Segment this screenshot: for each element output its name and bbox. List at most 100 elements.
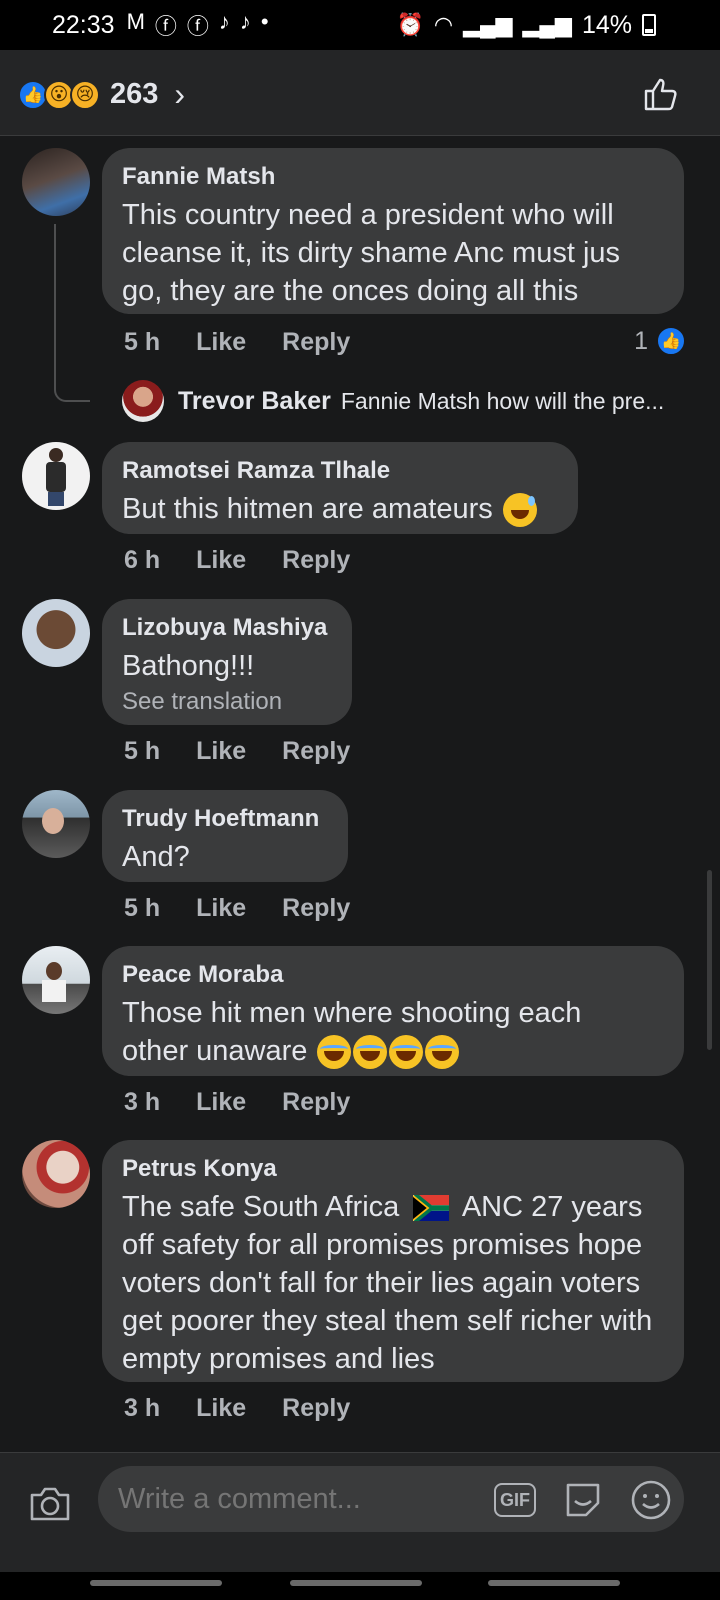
tears-of-joy-emoji-icon bbox=[389, 1035, 424, 1070]
comment-text: The safe South Africa ANC 27 years off s… bbox=[122, 1188, 664, 1378]
dot-icon: • bbox=[260, 9, 269, 34]
avatar[interactable] bbox=[22, 599, 90, 667]
tears-of-joy-emoji-icon bbox=[353, 1035, 388, 1070]
tears-of-joy-emoji-icon bbox=[317, 1035, 352, 1070]
chevron-right-icon: › bbox=[174, 76, 186, 112]
comment-time: 5 h bbox=[124, 737, 161, 765]
comment-text: And? bbox=[122, 841, 190, 873]
tiktok-icon: ♪ bbox=[239, 9, 251, 34]
reply-button[interactable]: Reply bbox=[282, 894, 350, 923]
status-bar: 22:33 M ⓕ ⓕ ♪ ♪ • ⏰ ◠ ▂▄▆ ▂▄▆ 14% bbox=[0, 0, 720, 50]
like-reaction-icon: 👍 bbox=[656, 326, 686, 356]
clock: 22:33 bbox=[52, 10, 115, 39]
notification-icons: M ⓕ ⓕ ♪ ♪ • bbox=[127, 9, 269, 41]
comment-bubble[interactable]: Peace Moraba Those hit men where shootin… bbox=[102, 946, 684, 1076]
scrollbar[interactable] bbox=[707, 870, 712, 1050]
reactions-summary[interactable]: 👍 😮 😢 263 › bbox=[18, 76, 185, 113]
comment-time: 5 h bbox=[124, 894, 161, 922]
wifi-icon: ◠ bbox=[433, 12, 454, 37]
like-button[interactable]: Like bbox=[196, 1088, 246, 1117]
sad-reaction-icon: 😢 bbox=[70, 79, 100, 110]
comment-text-line: off safety for all promises promises hop… bbox=[122, 1229, 653, 1375]
comment-text-line: The safe South Africa bbox=[122, 1191, 400, 1223]
camera-icon[interactable] bbox=[28, 1481, 72, 1525]
avatar[interactable] bbox=[22, 946, 90, 1014]
signal-icon: ▂▄▆ bbox=[522, 12, 572, 37]
facebook-icon: ⓕ bbox=[186, 14, 209, 39]
reply-button[interactable]: Reply bbox=[282, 328, 350, 357]
comment-actions: 6 h Like Reply bbox=[124, 546, 386, 575]
comment-actions: 5 h Like Reply bbox=[124, 737, 386, 766]
comment-bubble[interactable]: Trudy Hoeftmann And? bbox=[102, 790, 348, 882]
comment-bubble[interactable]: Ramotsei Ramza Tlhale But this hitmen ar… bbox=[102, 442, 578, 534]
like-button[interactable]: Like bbox=[196, 546, 246, 575]
comment-actions: 5 h Like Reply bbox=[124, 328, 386, 357]
comment-composer: GIF bbox=[0, 1452, 720, 1572]
comment-like-count[interactable]: 1 👍 bbox=[634, 326, 686, 356]
gif-button[interactable]: GIF bbox=[494, 1483, 536, 1517]
comment-actions: 3 h Like Reply bbox=[124, 1088, 386, 1117]
reply-button[interactable]: Reply bbox=[282, 1394, 350, 1423]
reply-preview[interactable]: Trevor Baker Fannie Matsh how will the p… bbox=[122, 380, 702, 422]
comment-text: This country need a president who will c… bbox=[122, 199, 621, 307]
reply-text: Fannie Matsh how will the pre... bbox=[340, 387, 665, 414]
comment-author[interactable]: Lizobuya Mashiya bbox=[122, 613, 332, 643]
reply-button[interactable]: Reply bbox=[282, 1088, 350, 1117]
comment-actions: 5 h Like Reply bbox=[124, 894, 386, 923]
nav-recent-handle[interactable] bbox=[90, 1580, 222, 1586]
comment-author[interactable]: Peace Moraba bbox=[122, 960, 664, 990]
comment-author[interactable]: Petrus Konya bbox=[122, 1154, 664, 1184]
comment-author[interactable]: Trudy Hoeftmann bbox=[122, 804, 328, 834]
signal-icon: ▂▄▆ bbox=[463, 12, 513, 37]
avatar bbox=[122, 380, 164, 422]
comment-text-line: Those hit men where shooting each bbox=[122, 997, 582, 1029]
gmail-icon: M bbox=[126, 9, 145, 34]
comment-bubble[interactable]: Lizobuya Mashiya Bathong!!! See translat… bbox=[102, 599, 352, 725]
reactions-header: 👍 😮 😢 263 › bbox=[0, 50, 720, 136]
avatar[interactable] bbox=[22, 1140, 90, 1208]
comment-time: 5 h bbox=[124, 328, 161, 356]
tears-of-joy-emoji-icon bbox=[425, 1035, 460, 1070]
tiktok-icon: ♪ bbox=[218, 9, 230, 34]
comment-bubble[interactable]: Fannie Matsh This country need a preside… bbox=[102, 148, 684, 314]
see-translation-link[interactable]: See translation bbox=[122, 685, 332, 719]
comment-text-content: But this hitmen are amateurs bbox=[122, 493, 493, 525]
comment-text: But this hitmen are amateurs bbox=[122, 490, 558, 528]
sticker-icon[interactable] bbox=[562, 1479, 604, 1521]
comment-text-line: ANC 27 years bbox=[461, 1191, 643, 1223]
emoji-icon[interactable] bbox=[630, 1479, 672, 1521]
comment-text: Those hit men where shooting each other … bbox=[122, 994, 664, 1070]
alarm-icon: ⏰ bbox=[396, 12, 424, 37]
battery-percent: 14% bbox=[581, 10, 632, 39]
comment-text: Bathong!!! bbox=[122, 650, 255, 682]
comment-bubble[interactable]: Petrus Konya The safe South Africa ANC 2… bbox=[102, 1140, 684, 1382]
south-africa-flag-icon bbox=[413, 1195, 450, 1222]
grinning-sweat-emoji-icon bbox=[502, 493, 537, 528]
like-button[interactable]: Like bbox=[196, 737, 246, 766]
nav-home-handle[interactable] bbox=[290, 1580, 422, 1586]
comment-time: 6 h bbox=[124, 546, 161, 574]
comment-text-line: other unaware bbox=[122, 1035, 308, 1067]
avatar[interactable] bbox=[22, 442, 90, 510]
comment-actions: 3 h Like Reply bbox=[124, 1394, 386, 1423]
reply-thread-line bbox=[54, 224, 90, 402]
nav-back-handle[interactable] bbox=[488, 1580, 620, 1586]
like-outline-icon[interactable] bbox=[642, 76, 680, 112]
like-button[interactable]: Like bbox=[196, 894, 246, 923]
reply-button[interactable]: Reply bbox=[282, 546, 350, 575]
like-button[interactable]: Like bbox=[196, 328, 246, 357]
avatar[interactable] bbox=[22, 790, 90, 858]
comment-time: 3 h bbox=[124, 1088, 161, 1116]
like-button[interactable]: Like bbox=[196, 1394, 246, 1423]
system-icons: ⏰ ◠ ▂▄▆ ▂▄▆ 14% bbox=[396, 0, 656, 50]
avatar[interactable] bbox=[22, 148, 90, 216]
system-nav-bar bbox=[0, 1572, 720, 1600]
comment-time: 3 h bbox=[124, 1394, 161, 1422]
like-count-number: 1 bbox=[634, 326, 648, 355]
facebook-icon: ⓕ bbox=[154, 14, 177, 39]
reaction-count: 263 bbox=[110, 78, 159, 110]
reply-button[interactable]: Reply bbox=[282, 737, 350, 766]
battery-icon bbox=[642, 14, 656, 36]
comment-author[interactable]: Fannie Matsh bbox=[122, 162, 664, 192]
comment-author[interactable]: Ramotsei Ramza Tlhale bbox=[122, 456, 558, 486]
